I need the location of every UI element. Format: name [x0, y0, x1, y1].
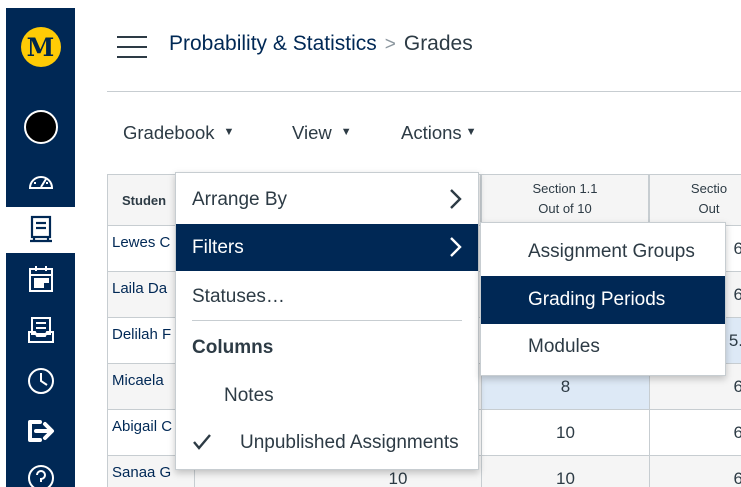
avatar — [23, 110, 58, 144]
menu-item-label: Grading Periods — [528, 289, 666, 310]
dashboard-icon — [28, 176, 53, 189]
menu-item-notes[interactable]: Notes — [176, 372, 478, 419]
grade-cell[interactable]: 10 — [481, 410, 649, 456]
view-label: View — [292, 122, 332, 143]
caret-down-icon: ▼ — [465, 126, 477, 139]
logout-icon — [27, 420, 54, 442]
nav-calendar[interactable] — [6, 258, 75, 300]
help-icon — [27, 465, 54, 487]
grade-cell[interactable]: 6 — [649, 456, 741, 487]
page-header: Probability & Statistics > Grades — [107, 0, 741, 92]
history-icon — [27, 368, 54, 394]
view-menu-button[interactable]: View ▼ — [292, 122, 352, 144]
hamburger-menu-button[interactable] — [117, 36, 147, 58]
menu-item-label: Notes — [224, 384, 274, 406]
breadcrumb-current-page: Grades — [403, 32, 473, 55]
calendar-icon — [28, 266, 53, 292]
gradebook-label: Gradebook — [123, 122, 215, 143]
column-header-title: Sectio — [690, 181, 728, 196]
menu-divider — [192, 320, 462, 321]
breadcrumb-course-link[interactable]: Probability & Statistics — [169, 32, 377, 55]
column-header-section-1-1[interactable]: Section 1.1 Out of 10 — [481, 174, 649, 226]
grade-cell[interactable]: 6 — [649, 410, 741, 456]
column-header-section-next[interactable]: Sectio Out — [649, 174, 741, 226]
view-menu: Arrange By Filters Statuses… Columns Not… — [175, 172, 479, 470]
breadcrumb: Probability & Statistics > Grades — [169, 32, 473, 56]
menu-item-modules[interactable]: Modules — [481, 323, 725, 371]
menu-item-label: Modules — [528, 336, 600, 357]
grade-cell[interactable]: 10 — [481, 456, 649, 487]
nav-logout[interactable] — [6, 410, 75, 452]
gradebook-menu-button[interactable]: Gradebook ▼ — [123, 122, 234, 144]
chevron-right-icon — [450, 237, 462, 257]
nav-inbox[interactable] — [6, 309, 75, 351]
nav-history[interactable] — [6, 360, 75, 402]
filters-submenu: Assignment Groups Grading Periods Module… — [480, 222, 726, 376]
caret-down-icon: ▼ — [223, 126, 235, 139]
nav-courses[interactable] — [6, 207, 75, 253]
nav-help[interactable] — [6, 464, 75, 487]
menu-item-unpublished-assignments[interactable]: Unpublished Assignments — [176, 419, 478, 466]
account-avatar-link[interactable] — [6, 103, 75, 151]
column-header-points: Out — [698, 201, 720, 216]
chevron-right-icon — [450, 189, 462, 209]
menu-group-heading-columns: Columns — [192, 337, 274, 358]
caret-down-icon: ▼ — [340, 126, 352, 139]
courses-icon — [29, 215, 52, 243]
menu-item-label: Filters — [192, 236, 244, 258]
actions-menu-button[interactable]: Actions ▼ — [401, 122, 477, 144]
menu-item-assignment-groups[interactable]: Assignment Groups — [481, 228, 725, 276]
column-header-points: Out of 10 — [538, 201, 592, 216]
menu-item-label: Unpublished Assignments — [240, 431, 459, 453]
menu-item-grading-periods[interactable]: Grading Periods — [481, 276, 725, 324]
menu-item-filters[interactable]: Filters — [176, 224, 478, 271]
menu-item-statuses[interactable]: Statuses… — [176, 273, 478, 320]
menu-item-label: Arrange By — [192, 188, 288, 210]
column-header-title: Section 1.1 — [532, 181, 598, 196]
menu-item-label: Assignment Groups — [528, 241, 695, 262]
actions-label: Actions — [401, 122, 462, 143]
global-navigation: M — [0, 0, 75, 487]
institution-logo-link[interactable]: M — [6, 21, 75, 73]
checkmark-icon — [193, 434, 211, 450]
menu-item-label: Statuses… — [192, 285, 285, 307]
inbox-icon — [27, 317, 54, 343]
menu-item-arrange-by[interactable]: Arrange By — [176, 176, 478, 223]
nav-dashboard[interactable] — [6, 160, 75, 202]
breadcrumb-separator: > — [384, 34, 396, 55]
institution-logo-icon: M — [20, 27, 61, 67]
